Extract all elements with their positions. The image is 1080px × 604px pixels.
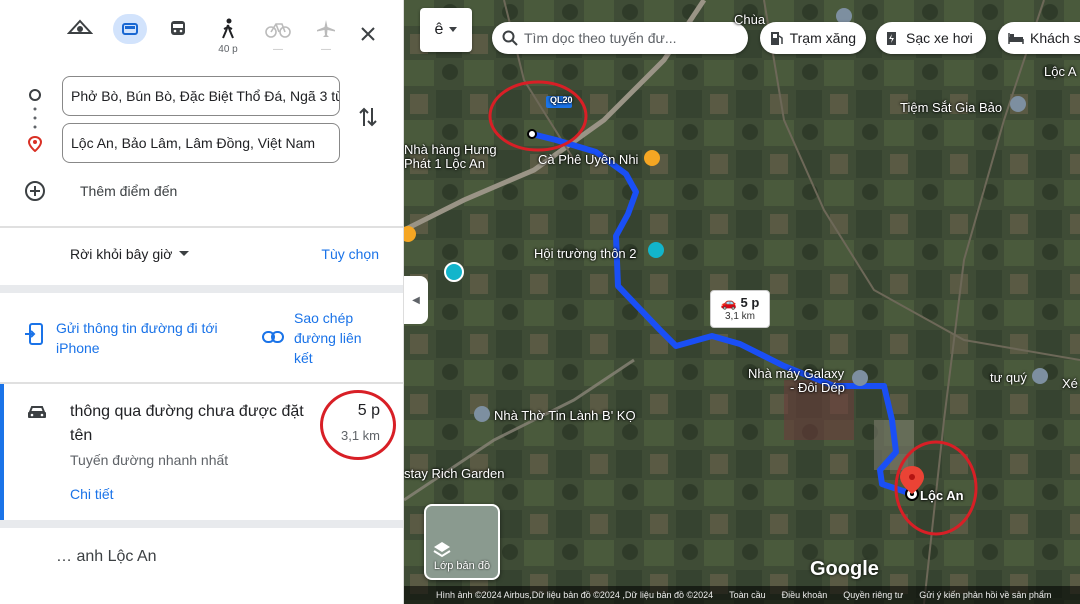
- poi-label[interactable]: Nhà máy Galaxy: [748, 366, 844, 381]
- road-badge: QL20: [550, 95, 573, 105]
- route-time-bubble[interactable]: 🚗 5 p 3,1 km: [710, 290, 770, 328]
- poi-label[interactable]: Cà Phê Uyên Nhi: [538, 152, 638, 167]
- route-option[interactable]: thông qua đường chưa được đặt tên 5 p 3,…: [0, 384, 403, 520]
- mode-transit[interactable]: [158, 14, 198, 58]
- hotels-label: Khách sạn: [1030, 30, 1080, 46]
- bus-icon: [161, 14, 195, 44]
- car-icon: [113, 14, 147, 44]
- layers-icon: [433, 542, 451, 558]
- bubble-distance: 3,1 km: [724, 311, 755, 322]
- best-route-icon: [63, 14, 97, 44]
- car-icon: 🚗: [720, 295, 737, 310]
- annotation-circle: [320, 390, 396, 460]
- copy-link-button[interactable]: Sao chép đường liên kết: [262, 308, 382, 368]
- poi-label[interactable]: Chùa: [734, 12, 765, 27]
- mode-walk[interactable]: 40 p: [208, 14, 248, 58]
- mode-bicycle[interactable]: —: [258, 14, 298, 58]
- plus-circle-icon: [25, 181, 45, 201]
- destination-input[interactable]: Lộc An, Bảo Lâm, Lâm Đồng, Việt Nam: [62, 123, 340, 163]
- terms-link[interactable]: Điều khoản: [782, 590, 828, 600]
- search-icon: [502, 30, 518, 46]
- poi-label[interactable]: Nhà hàng Hưng: [404, 142, 497, 157]
- divider: [0, 520, 403, 528]
- walk-time: 40 p: [218, 44, 238, 55]
- mode-best[interactable]: [60, 14, 100, 58]
- poi-label[interactable]: - Đôi Dép: [790, 380, 845, 395]
- caret-down-icon: [449, 27, 458, 32]
- travel-mode-bar: 40 p — —: [52, 14, 379, 60]
- caret-left-icon: ◀: [412, 294, 420, 306]
- divider: [0, 226, 403, 228]
- gas-station-chip[interactable]: Trạm xăng: [760, 22, 866, 54]
- feedback-link[interactable]: Gửi ý kiến phản hồi về sản phẩm: [919, 590, 1051, 600]
- origin-circle-icon: [28, 88, 42, 107]
- destination-label[interactable]: Lộc An: [920, 488, 964, 503]
- route-dots-icon: [33, 106, 37, 137]
- directions-panel: 40 p — — Phở Bò, Bún Bò, Đặc Biệt Thổ Đá…: [0, 0, 404, 604]
- poi-label[interactable]: tư quý: [990, 370, 1027, 385]
- mode-flight[interactable]: —: [306, 14, 346, 58]
- scale-link[interactable]: Toàn cầu: [729, 590, 766, 600]
- ev-charging-label: Sạc xe hơi: [906, 30, 973, 46]
- swap-button[interactable]: [358, 106, 378, 133]
- depart-dropdown[interactable]: Rời khỏi bây giờ: [70, 246, 190, 262]
- poi-label[interactable]: Phát 1 Lộc An: [404, 156, 485, 171]
- flight-time: —: [321, 44, 331, 55]
- google-logo: Google: [810, 558, 879, 580]
- bicycle-time: —: [273, 44, 283, 55]
- caret-down-icon: [179, 251, 190, 256]
- bed-icon: [1008, 33, 1024, 44]
- privacy-link[interactable]: Quyền riêng tư: [843, 590, 903, 600]
- poi-label[interactable]: Tiệm Sắt Gia Bảo: [900, 100, 1002, 115]
- gas-station-label: Trạm xăng: [789, 30, 856, 46]
- collapse-panel-button[interactable]: ◀: [404, 276, 428, 324]
- poi-label[interactable]: Xé: [1062, 376, 1078, 391]
- route-details-link[interactable]: Chi tiết: [70, 486, 114, 502]
- layers-button[interactable]: Lớp bản đồ: [424, 504, 500, 580]
- add-destination-label: Thêm điểm đến: [80, 183, 178, 199]
- map-view[interactable]: ◀ ê Tìm dọc theo tuyến đư... Trạm xăng S…: [404, 0, 1080, 604]
- attribution-bar: Hình ảnh ©2024 Airbus,Dữ liệu bản đồ ©20…: [404, 586, 1080, 604]
- poi-label[interactable]: Nhà Thờ Tin Lành B' KỌ: [494, 408, 636, 423]
- send-to-phone-button[interactable]: Gửi thông tin đường đi tới iPhone: [24, 318, 244, 358]
- attribution-text: Hình ảnh ©2024 Airbus,Dữ liệu bản đồ ©20…: [436, 590, 714, 600]
- fastest-route-label: Tuyến đường nhanh nhất: [70, 452, 229, 468]
- lang-dropdown[interactable]: ê: [420, 8, 472, 52]
- layers-label: Lớp bản đồ: [433, 560, 491, 572]
- send-to-phone-label: Gửi thông tin đường đi tới iPhone: [56, 320, 218, 356]
- bubble-time: 5 p: [740, 295, 760, 310]
- swap-icon: [359, 107, 377, 127]
- send-to-device-icon: [25, 323, 43, 345]
- destination-pin-icon: [27, 135, 43, 157]
- mode-car[interactable]: [110, 14, 150, 58]
- hotels-chip[interactable]: Khách sạn: [998, 22, 1080, 54]
- poi-label[interactable]: Hội trường thôn 2: [534, 246, 637, 261]
- close-button[interactable]: [354, 20, 382, 48]
- text-lang-icon: ê: [434, 21, 444, 38]
- copy-link-label: Sao chép đường liên kết: [294, 310, 362, 366]
- add-destination-button[interactable]: Thêm điểm đến: [24, 180, 177, 202]
- car-icon: [26, 404, 48, 427]
- options-button[interactable]: Tùy chọn: [321, 246, 379, 262]
- ev-charger-icon: [887, 32, 896, 45]
- walk-icon: [211, 14, 245, 44]
- route-via: thông qua đường chưa được đặt tên: [70, 403, 304, 444]
- ev-charging-chip[interactable]: Sạc xe hơi: [876, 22, 986, 54]
- link-icon: [262, 331, 284, 343]
- search-along-route-input[interactable]: Tìm dọc theo tuyến đư...: [492, 22, 748, 54]
- next-result[interactable]: … anh Lộc An: [56, 548, 157, 566]
- airplane-icon: [309, 14, 343, 44]
- gas-pump-icon: [771, 32, 783, 45]
- poi-label[interactable]: stay Rich Garden: [404, 466, 504, 481]
- bicycle-icon: [261, 14, 295, 44]
- divider: [0, 285, 403, 293]
- search-placeholder: Tìm dọc theo tuyến đư...: [524, 30, 677, 46]
- depart-label: Rời khỏi bây giờ: [70, 246, 173, 262]
- close-icon: [361, 27, 375, 41]
- place-label[interactable]: Lộc A: [1044, 64, 1077, 79]
- origin-input[interactable]: Phở Bò, Bún Bò, Đặc Biệt Thổ Đá, Ngã 3 t…: [62, 76, 340, 116]
